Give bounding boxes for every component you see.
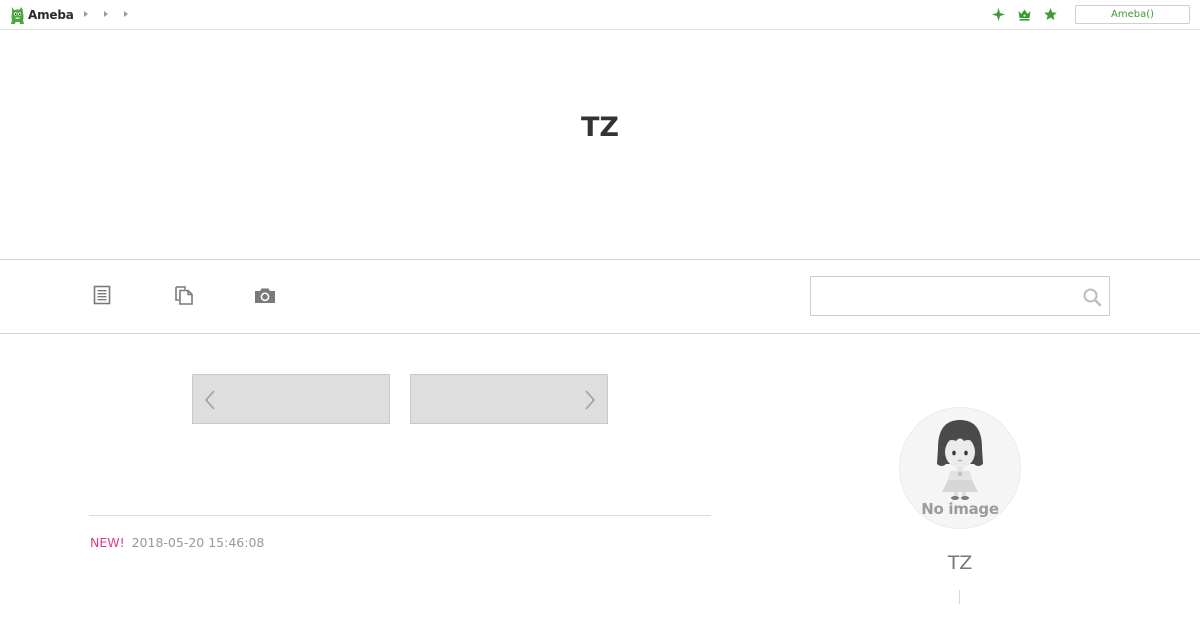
sparkle-icon[interactable] xyxy=(991,7,1006,22)
chevron-right-icon xyxy=(585,390,595,410)
crown-icon[interactable] xyxy=(1017,7,1032,22)
avatar[interactable]: No image xyxy=(900,408,1020,528)
ameba-account-button[interactable]: Ameba() xyxy=(1075,5,1190,24)
entry-meta: NEW! 2018-05-20 15:46:08 xyxy=(90,535,264,550)
breadcrumb xyxy=(84,11,144,17)
blog-nav xyxy=(0,260,1200,334)
chevron-left-icon xyxy=(205,390,215,410)
entry-date: 2018-05-20 15:46:08 xyxy=(131,535,265,550)
breadcrumb-arrow-icon[interactable] xyxy=(104,11,108,17)
no-image-label: No image xyxy=(921,500,999,518)
camera-icon[interactable] xyxy=(253,284,277,306)
header-icon-group xyxy=(991,7,1069,22)
search-box xyxy=(810,276,1110,316)
star-icon[interactable] xyxy=(1043,7,1058,22)
entries-list-icon[interactable] xyxy=(92,284,112,306)
logo-text: Ameba xyxy=(28,8,74,22)
profile-name[interactable]: TZ xyxy=(860,552,1060,574)
prev-entry-button[interactable] xyxy=(192,374,390,424)
blog-header: TZ xyxy=(0,30,1200,260)
search-input[interactable] xyxy=(811,277,1073,315)
breadcrumb-arrow-icon[interactable] xyxy=(84,11,88,17)
theme-pages-icon[interactable] xyxy=(173,284,195,306)
new-badge: NEW! xyxy=(90,535,125,550)
profile-separator xyxy=(959,590,960,604)
global-header: Ameba Ameba() xyxy=(0,0,1200,30)
next-entry-button[interactable] xyxy=(410,374,608,424)
search-icon[interactable] xyxy=(1082,287,1102,307)
ameba-logo[interactable]: Ameba xyxy=(9,4,74,26)
breadcrumb-arrow-icon[interactable] xyxy=(124,11,128,17)
ameba-mascot-icon xyxy=(11,7,24,24)
entry-divider xyxy=(89,515,711,516)
blog-title[interactable]: TZ xyxy=(0,112,1200,143)
